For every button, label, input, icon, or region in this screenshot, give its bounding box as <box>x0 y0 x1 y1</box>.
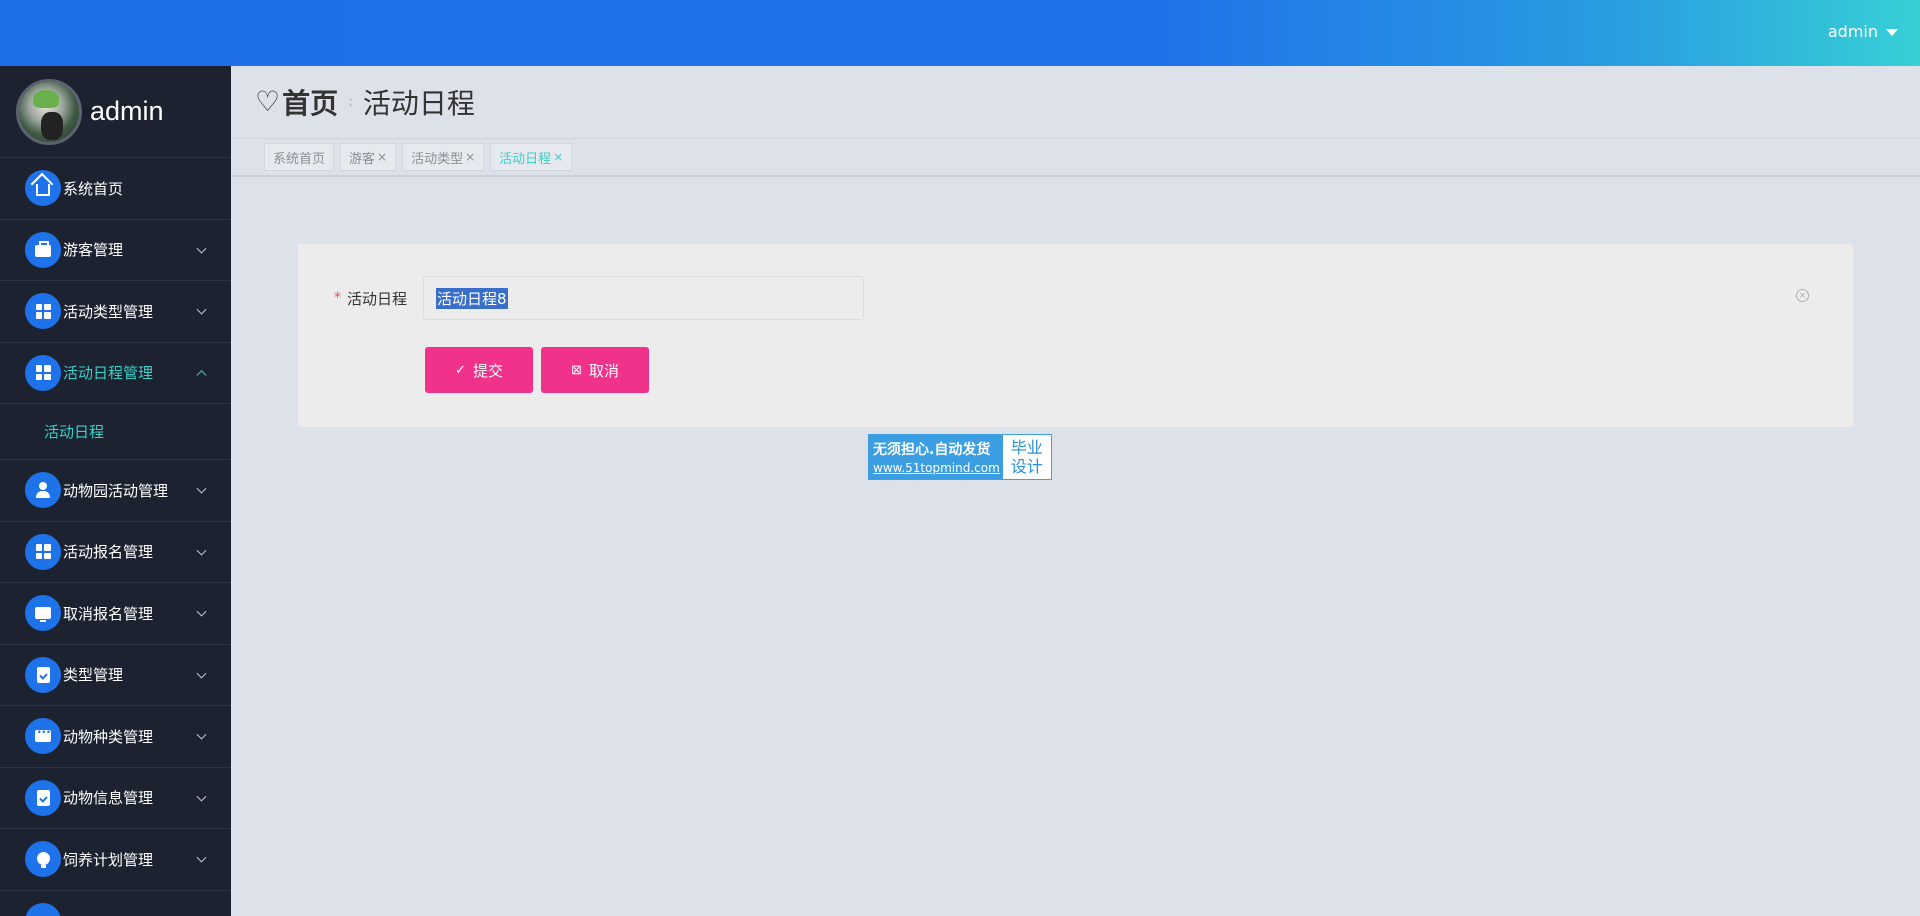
sidebar-item-cancellations[interactable]: 取消报名管理 <box>0 583 231 645</box>
sidebar-item-animal-info[interactable]: 动物信息管理 <box>0 768 231 829</box>
schedule-field-label: 活动日程 <box>347 289 408 308</box>
chevron-down-icon <box>196 729 207 740</box>
sidebar-item-registrations[interactable]: 活动报名管理 <box>0 522 231 583</box>
chat-icon <box>25 718 61 755</box>
required-mark: * <box>334 290 341 306</box>
clipboard-check-icon <box>25 656 61 693</box>
watermark-right1: 毕业 <box>1010 438 1043 457</box>
close-box-icon: ⊠ <box>571 362 582 377</box>
sidebar-item-label: 取消报名管理 <box>63 604 154 623</box>
sidebar-item-label: 动物园活动管理 <box>63 481 169 500</box>
grid-icon <box>25 293 61 330</box>
main-content: ♡ 首页 : 活动日程 系统首页 游客 × 活动类型 × 活动日程 × * 活动… <box>231 66 1920 916</box>
sidebar-item-types[interactable]: 类型管理 <box>0 645 231 706</box>
edit-form: * 活动日程 活动日程8 × ✓ 提交 ⊠ 取消 <box>297 243 1854 428</box>
sidebar-item-label: 活动类型管理 <box>63 302 154 321</box>
cancel-label: 取消 <box>588 362 619 380</box>
menu-icon <box>25 902 61 916</box>
sidebar-item-label: 类型管理 <box>63 666 124 685</box>
breadcrumb-current: 活动日程 <box>362 87 475 120</box>
chevron-down-icon <box>196 852 207 863</box>
sidebar-item-more[interactable] <box>0 891 231 916</box>
sidebar-item-visitors[interactable]: 游客管理 <box>0 220 231 281</box>
avatar <box>16 78 82 145</box>
home-icon <box>25 170 61 207</box>
sidebar-item-label: 系统首页 <box>63 179 124 198</box>
grid-icon <box>25 533 61 570</box>
watermark-badge: 无须担心.自动发货 www.51topmind.com 毕业 设计 <box>868 434 1052 480</box>
sidebar-item-feeding-plans[interactable]: 饲养计划管理 <box>0 829 231 891</box>
tag-label: 活动类型 <box>411 151 464 167</box>
sidebar-item-activity-types[interactable]: 活动类型管理 <box>0 281 231 343</box>
chevron-down-icon <box>196 791 207 802</box>
sidebar-item-zoo-activities[interactable]: 动物园活动管理 <box>0 460 231 522</box>
clear-icon[interactable]: × <box>1796 289 1809 302</box>
breadcrumb-home[interactable]: 首页 <box>282 82 338 122</box>
monitor-icon <box>25 595 61 632</box>
grid-icon <box>25 354 61 391</box>
sidebar-item-activity-schedule[interactable]: 活动日程管理 <box>0 343 231 404</box>
sidebar-item-label: 游客管理 <box>63 241 124 260</box>
chevron-down-icon <box>196 243 207 254</box>
bulb-icon <box>25 841 61 878</box>
close-icon[interactable]: × <box>465 150 475 164</box>
close-icon[interactable]: × <box>553 150 563 164</box>
submit-label: 提交 <box>472 362 503 380</box>
caret-down-icon <box>1886 29 1898 36</box>
tag-label: 游客 <box>349 151 376 167</box>
watermark-right2: 设计 <box>1010 457 1043 476</box>
chevron-down-icon <box>196 606 207 617</box>
sidebar-profile: admin <box>0 66 231 158</box>
chevron-down-icon <box>196 668 207 679</box>
breadcrumb-separator: : <box>348 94 353 110</box>
watermark-line2: www.51topmind.com <box>873 461 1000 475</box>
sidebar-item-label: 动物信息管理 <box>63 789 154 808</box>
schedule-input-value: 活动日程8 <box>436 287 508 309</box>
clipboard-icon <box>25 779 61 816</box>
sidebar-item-home[interactable]: 系统首页 <box>0 158 231 220</box>
chevron-down-icon <box>196 545 207 556</box>
tag-label: 系统首页 <box>273 151 326 167</box>
heart-icon: ♡ <box>255 85 281 118</box>
tag-visitors[interactable]: 游客 × <box>340 143 397 171</box>
tag-home[interactable]: 系统首页 <box>264 143 335 171</box>
watermark-line1: 无须担心.自动发货 <box>873 442 991 458</box>
sidebar-subitem-activity-schedule[interactable]: 活动日程 <box>0 404 231 460</box>
user-icon <box>25 472 61 509</box>
briefcase-icon <box>25 231 61 268</box>
tag-activity-schedule[interactable]: 活动日程 × <box>490 143 573 171</box>
user-menu-label: admin <box>1827 22 1878 41</box>
cancel-button[interactable]: ⊠ 取消 <box>541 347 649 393</box>
user-menu[interactable]: admin <box>1828 22 1898 41</box>
sidebar-item-animal-species[interactable]: 动物种类管理 <box>0 706 231 768</box>
sidebar-item-label: 动物种类管理 <box>63 727 154 746</box>
profile-name: admin <box>90 96 164 126</box>
schedule-input[interactable]: 活动日程8 <box>423 276 864 320</box>
top-navbar: admin <box>0 0 1920 66</box>
sidebar-item-label: 饲养计划管理 <box>63 850 154 869</box>
form-row-schedule: * 活动日程 活动日程8 <box>334 276 864 320</box>
close-icon[interactable]: × <box>377 150 387 164</box>
chevron-down-icon <box>196 483 207 494</box>
check-icon: ✓ <box>455 362 466 377</box>
submit-button[interactable]: ✓ 提交 <box>425 347 533 393</box>
sidebar: admin 系统首页 游客管理 活动类型管理 活动日程管理 活动日程 动物园活动… <box>0 66 231 916</box>
tag-label: 活动日程 <box>499 151 552 167</box>
sidebar-item-label: 活动报名管理 <box>63 543 154 562</box>
chevron-down-icon <box>196 304 207 315</box>
sidebar-item-label: 活动日程管理 <box>63 364 154 383</box>
breadcrumb: ♡ 首页 : 活动日程 <box>231 66 1920 139</box>
tag-activity-types[interactable]: 活动类型 × <box>402 143 485 171</box>
chevron-up-icon <box>196 369 207 380</box>
tags-view: 系统首页 游客 × 活动类型 × 活动日程 × <box>231 139 1920 177</box>
